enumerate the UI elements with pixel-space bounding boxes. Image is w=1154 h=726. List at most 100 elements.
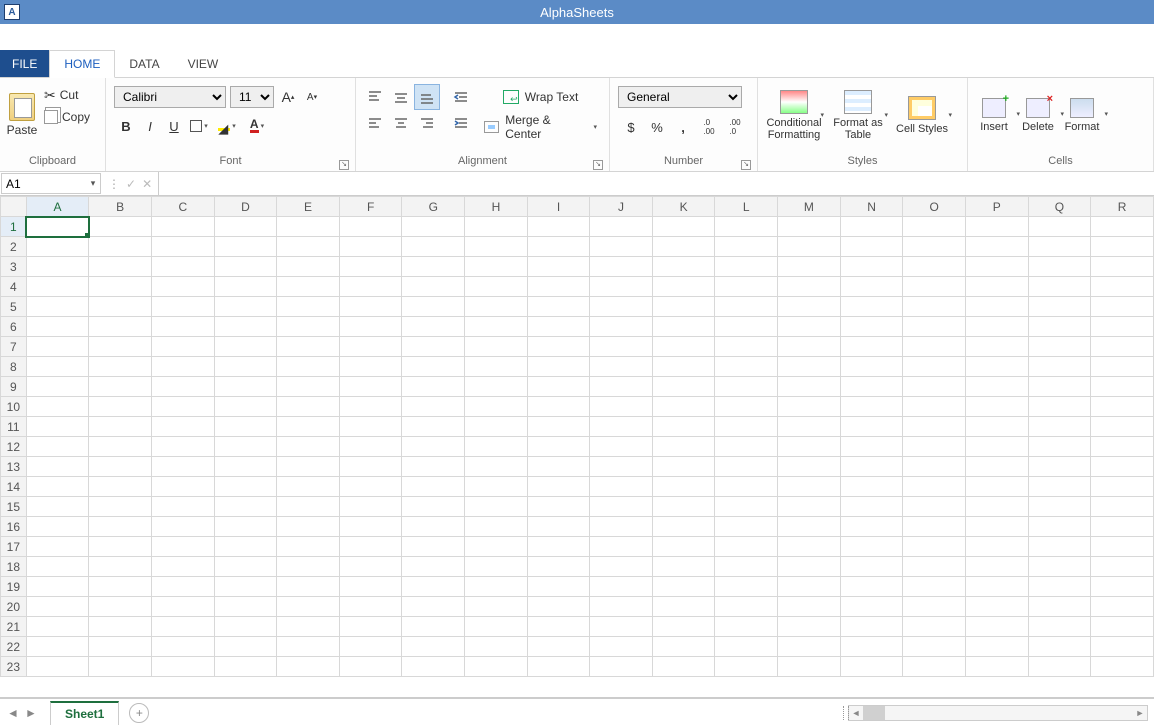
cell-D7[interactable] [214,337,277,357]
cell-O23[interactable] [903,657,966,677]
cell-P15[interactable] [966,497,1029,517]
scrollbar-grip[interactable] [843,706,849,720]
cell-I9[interactable] [527,377,590,397]
cell-G17[interactable] [402,537,465,557]
cell-L17[interactable] [715,537,778,557]
cell-G4[interactable] [402,277,465,297]
enter-formula-button[interactable]: ✕ [142,177,152,191]
row-header-16[interactable]: 16 [1,517,27,537]
cell-R22[interactable] [1091,637,1154,657]
cell-A23[interactable] [26,657,89,677]
cell-M22[interactable] [778,637,841,657]
row-header-3[interactable]: 3 [1,257,27,277]
row-header-23[interactable]: 23 [1,657,27,677]
cell-B12[interactable] [89,437,152,457]
cell-Q8[interactable] [1028,357,1091,377]
cell-J14[interactable] [590,477,653,497]
cell-L3[interactable] [715,257,778,277]
cell-F6[interactable] [339,317,402,337]
cell-P22[interactable] [966,637,1029,657]
cell-D8[interactable] [214,357,277,377]
row-header-4[interactable]: 4 [1,277,27,297]
cell-I14[interactable] [527,477,590,497]
cell-P18[interactable] [966,557,1029,577]
cell-A15[interactable] [26,497,89,517]
row-header-18[interactable]: 18 [1,557,27,577]
cell-G14[interactable] [402,477,465,497]
cell-F8[interactable] [339,357,402,377]
row-header-13[interactable]: 13 [1,457,27,477]
cell-P23[interactable] [966,657,1029,677]
cell-I16[interactable] [527,517,590,537]
row-header-15[interactable]: 15 [1,497,27,517]
cell-P10[interactable] [966,397,1029,417]
cell-A5[interactable] [26,297,89,317]
cell-F7[interactable] [339,337,402,357]
col-header-P[interactable]: P [966,197,1029,217]
cell-N1[interactable] [840,217,903,237]
wrap-text-button[interactable]: Wrap Text [478,84,603,110]
cell-K20[interactable] [652,597,715,617]
cell-G7[interactable] [402,337,465,357]
cell-R19[interactable] [1091,577,1154,597]
cell-O15[interactable] [903,497,966,517]
cell-F4[interactable] [339,277,402,297]
cancel-formula-button[interactable]: ✓ [126,177,136,191]
cell-K17[interactable] [652,537,715,557]
cell-E19[interactable] [277,577,340,597]
cell-F5[interactable] [339,297,402,317]
cell-Q23[interactable] [1028,657,1091,677]
row-header-9[interactable]: 9 [1,377,27,397]
cell-R5[interactable] [1091,297,1154,317]
cell-N5[interactable] [840,297,903,317]
cell-N16[interactable] [840,517,903,537]
cell-C15[interactable] [151,497,214,517]
cell-C22[interactable] [151,637,214,657]
cell-H14[interactable] [465,477,528,497]
cell-B23[interactable] [89,657,152,677]
row-header-8[interactable]: 8 [1,357,27,377]
cell-F9[interactable] [339,377,402,397]
cell-H19[interactable] [465,577,528,597]
cell-M8[interactable] [778,357,841,377]
cell-M13[interactable] [778,457,841,477]
cell-I15[interactable] [527,497,590,517]
cell-G22[interactable] [402,637,465,657]
cell-J22[interactable] [590,637,653,657]
cell-G18[interactable] [402,557,465,577]
align-top-button[interactable] [362,84,388,110]
grow-font-button[interactable]: A▴ [278,86,298,108]
cell-A20[interactable] [26,597,89,617]
cell-F19[interactable] [339,577,402,597]
percent-button[interactable]: % [644,114,670,140]
cell-I4[interactable] [527,277,590,297]
cell-F16[interactable] [339,517,402,537]
col-header-M[interactable]: M [778,197,841,217]
cell-O10[interactable] [903,397,966,417]
cell-O6[interactable] [903,317,966,337]
cell-H7[interactable] [465,337,528,357]
cell-F21[interactable] [339,617,402,637]
cell-K21[interactable] [652,617,715,637]
cell-F1[interactable] [339,217,402,237]
cell-L12[interactable] [715,437,778,457]
cell-L21[interactable] [715,617,778,637]
cut-button[interactable]: ✂ Cut [40,84,100,106]
cell-F2[interactable] [339,237,402,257]
cell-Q4[interactable] [1028,277,1091,297]
cell-K15[interactable] [652,497,715,517]
cell-C11[interactable] [151,417,214,437]
shrink-font-button[interactable]: A▾ [302,86,322,108]
font-color-button[interactable]: A▾ [242,114,272,138]
cell-J9[interactable] [590,377,653,397]
cell-B16[interactable] [89,517,152,537]
cell-R4[interactable] [1091,277,1154,297]
cell-N23[interactable] [840,657,903,677]
cell-C17[interactable] [151,537,214,557]
row-header-22[interactable]: 22 [1,637,27,657]
cell-L20[interactable] [715,597,778,617]
cell-D2[interactable] [214,237,277,257]
col-header-D[interactable]: D [214,197,277,217]
cell-R12[interactable] [1091,437,1154,457]
cell-H5[interactable] [465,297,528,317]
